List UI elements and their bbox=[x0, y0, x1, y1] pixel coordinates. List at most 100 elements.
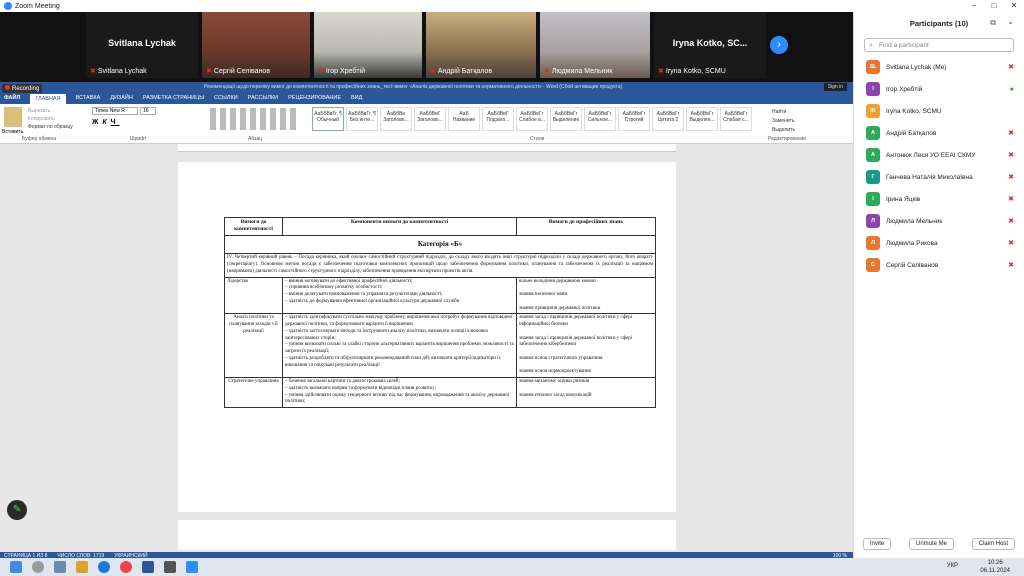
participant-name: Ганчева Наталія Миколаївна bbox=[886, 173, 973, 181]
task-view-icon[interactable] bbox=[54, 561, 66, 573]
word-doc-title: Рекомендації щодо переліку вимог до комп… bbox=[204, 84, 623, 90]
chrome-icon[interactable] bbox=[120, 561, 132, 573]
minimize-icon[interactable]: – bbox=[964, 0, 984, 12]
participant-row[interactable]: Л Людмила Мельник ✖ bbox=[854, 210, 1024, 232]
style-item[interactable]: АаБбВвГ Заголово... bbox=[414, 107, 446, 131]
claim-host-button[interactable]: Claim Host bbox=[971, 538, 1016, 550]
find-button[interactable]: Найти bbox=[772, 108, 795, 117]
style-item[interactable]: АаБбВе Заголово... bbox=[380, 107, 412, 131]
close-icon[interactable]: ✕ bbox=[1004, 0, 1024, 12]
paste-button[interactable]: Вставить bbox=[2, 129, 23, 135]
tab-mailings[interactable]: РАССЫЛКИ bbox=[248, 95, 278, 101]
unmute-me-button[interactable]: Unmute Me bbox=[908, 538, 954, 550]
style-item[interactable]: АаБбВвГг Выделение bbox=[550, 107, 582, 131]
video-tile[interactable]: ✖ Ігор Хребтій bbox=[314, 12, 422, 78]
group-paragraph-label: Абзац bbox=[248, 136, 263, 142]
participant-row[interactable]: SL Svitlana Lychak (Me) ✖ bbox=[854, 56, 1024, 78]
video-tile[interactable]: ✖ Андрій Батқалов bbox=[426, 12, 536, 78]
invite-button[interactable]: Invite bbox=[862, 538, 892, 550]
style-item[interactable]: АаБбВвГг Сильное... bbox=[584, 107, 616, 131]
style-item[interactable]: АаБбВвГг Слабая с... bbox=[720, 107, 752, 131]
popout-icon[interactable]: ⧉ bbox=[990, 18, 996, 28]
search-icon[interactable] bbox=[32, 561, 44, 573]
tab-references[interactable]: ССЫЛКИ bbox=[214, 95, 238, 101]
font-size-select[interactable]: 16 bbox=[140, 107, 156, 115]
input-language[interactable]: УКР bbox=[947, 563, 958, 569]
mic-muted-icon[interactable]: ✖ bbox=[1008, 217, 1014, 225]
format-painter-button[interactable]: Формат по образцу bbox=[28, 123, 73, 131]
tile-caption: ✖ Ігор Хребтій bbox=[318, 68, 366, 75]
styles-gallery: АаБбВвГг, ¶ Обычный АаБбВвГг, ¶ Без инте… bbox=[312, 107, 752, 131]
tab-insert[interactable]: ВСТАВКА bbox=[76, 95, 101, 101]
video-tile[interactable]: Svitlana Lychak ✖ Svitlana Lychak bbox=[86, 12, 198, 78]
participant-row[interactable]: А Андрій Батқалов ✖ bbox=[854, 122, 1024, 144]
participant-row[interactable]: Г Ганчева Наталія Миколаївна ✖ bbox=[854, 166, 1024, 188]
tab-file[interactable]: ФАЙЛ bbox=[4, 95, 21, 101]
mic-muted-icon: ✖ bbox=[90, 68, 96, 75]
participant-search-input[interactable]: ⌕ Find a participant bbox=[864, 38, 1014, 52]
word-titlebar: Рекомендації щодо переліку вимог до комп… bbox=[0, 82, 853, 92]
participant-row[interactable]: Л Людмила Рикова ✖ bbox=[854, 232, 1024, 254]
mic-muted-icon[interactable]: ✖ bbox=[1008, 173, 1014, 181]
tab-review[interactable]: РЕЦЕНЗИРОВАНИЕ bbox=[288, 95, 341, 101]
style-item[interactable]: АаБбВвГг Цитата 2 bbox=[652, 107, 684, 131]
font-format-buttons[interactable]: ЖКЧ bbox=[92, 119, 120, 126]
tab-design[interactable]: ДИЗАЙН bbox=[110, 95, 133, 101]
style-item[interactable]: АаБбВвГг, ¶ Без инте... bbox=[346, 107, 378, 131]
edge-icon[interactable] bbox=[98, 561, 110, 573]
mic-muted-icon[interactable]: ✖ bbox=[1008, 63, 1014, 71]
style-item[interactable]: АаБ Название bbox=[448, 107, 480, 131]
group-font-label: Шрифт bbox=[130, 136, 147, 142]
start-icon[interactable] bbox=[10, 561, 22, 573]
video-tile[interactable]: Iryna Kotko, SC... ✖ Iryna Kotko, SCMU bbox=[654, 12, 766, 78]
recording-indicator[interactable]: Recording bbox=[2, 84, 43, 93]
tab-view[interactable]: ВИД bbox=[351, 95, 362, 101]
word-icon[interactable] bbox=[142, 561, 154, 573]
avatar: SL bbox=[866, 60, 880, 74]
style-item[interactable]: АаБбВвГг, ¶ Обычный bbox=[312, 107, 344, 131]
tab-layout[interactable]: РАЗМЕТКА СТРАНИЦЫ bbox=[143, 95, 204, 101]
file-explorer-icon[interactable] bbox=[76, 561, 88, 573]
mic-muted-icon[interactable]: ✖ bbox=[1008, 151, 1014, 159]
replace-button[interactable]: Заменить bbox=[772, 117, 795, 126]
style-item[interactable]: АаБбВвГг Выделен... bbox=[686, 107, 718, 131]
group-editing-label: Редактирование bbox=[768, 136, 807, 142]
copy-button[interactable]: Копировать bbox=[28, 115, 73, 123]
video-tile[interactable]: ✖ Сергій Селіванов bbox=[202, 12, 310, 78]
record-dot-icon bbox=[5, 85, 10, 90]
cut-button[interactable]: Вырезать bbox=[28, 107, 73, 115]
document-page[interactable]: Вимоги до компетентності Компоненти вимо… bbox=[178, 162, 676, 512]
signin-button[interactable]: Sign in bbox=[823, 83, 847, 91]
mic-on-icon[interactable]: ● bbox=[1010, 86, 1014, 93]
app-icon[interactable] bbox=[164, 561, 176, 573]
participant-row[interactable]: І Ігор Хребтій ● bbox=[854, 78, 1024, 100]
video-tile[interactable]: ✖ Людмила Мельник bbox=[540, 12, 650, 78]
window-title: Zoom Meeting bbox=[15, 2, 60, 10]
level-description: IV. Четвертий керівний рівень – Посада к… bbox=[224, 253, 656, 278]
system-clock[interactable]: 10:26 06.11.2024 bbox=[980, 559, 1010, 575]
annotate-pen-icon[interactable]: ✎ bbox=[7, 500, 27, 520]
tab-home[interactable]: ГЛАВНАЯ bbox=[30, 94, 66, 104]
maximize-icon[interactable]: □ bbox=[984, 0, 1004, 12]
paste-icon[interactable] bbox=[4, 107, 22, 127]
mic-muted-icon[interactable]: ✖ bbox=[1008, 239, 1014, 247]
zoom-icon[interactable] bbox=[186, 561, 198, 573]
mic-muted-icon[interactable]: ✖ bbox=[1008, 129, 1014, 137]
participant-row[interactable]: С Сергій Селіванов ✖ bbox=[854, 254, 1024, 276]
style-item[interactable]: АаБбВвГг Строгий bbox=[618, 107, 650, 131]
select-button[interactable]: Выделить bbox=[772, 126, 795, 135]
component-cell: – вміння мотивувати до ефективної профес… bbox=[282, 276, 517, 315]
ruler[interactable] bbox=[178, 144, 676, 152]
mic-muted-icon[interactable]: ✖ bbox=[1008, 195, 1014, 203]
participant-row[interactable]: І Ірина Яцків ✖ bbox=[854, 188, 1024, 210]
mic-muted-icon[interactable]: ✖ bbox=[1008, 261, 1014, 269]
close-panel-icon[interactable]: ⌄ bbox=[1007, 17, 1014, 26]
style-item[interactable]: АаБбВеГг Слабое в... bbox=[516, 107, 548, 131]
font-name-select[interactable]: Times New R bbox=[92, 107, 138, 115]
participant-row[interactable]: IK Iryna Kotko, SCMU bbox=[854, 100, 1024, 122]
next-page-arrow-icon[interactable]: › bbox=[770, 36, 788, 54]
participant-name: Андрій Батқалов bbox=[886, 129, 937, 137]
participant-row[interactable]: А Антонюк Леся УО ЕЕАІ СКМУ ✖ bbox=[854, 144, 1024, 166]
paragraph-controls[interactable] bbox=[210, 108, 300, 130]
style-item[interactable]: АаБбВвГ Подзаго... bbox=[482, 107, 514, 131]
